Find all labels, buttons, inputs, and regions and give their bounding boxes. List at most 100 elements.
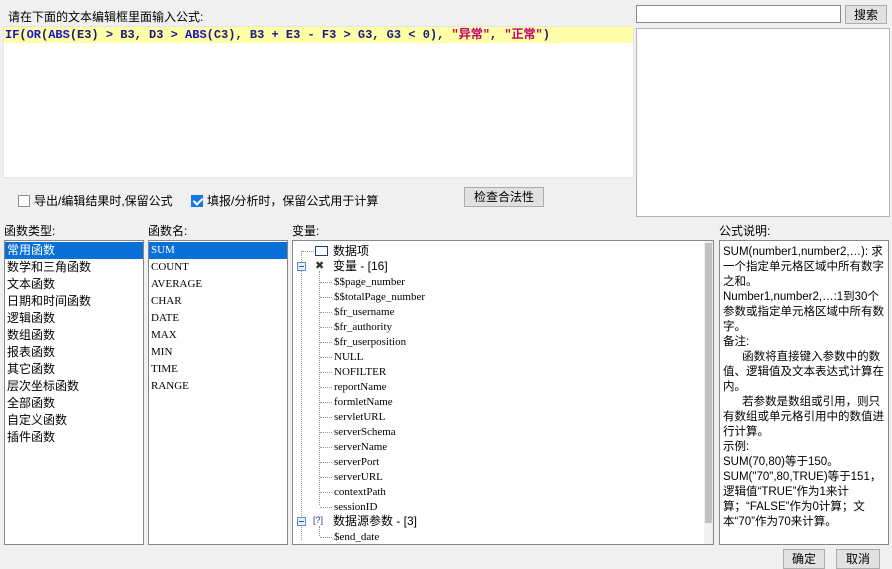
variable-item[interactable]: $fr_authority xyxy=(334,320,392,335)
function-type-item[interactable]: 数学和三角函数 xyxy=(5,259,143,276)
tree-node-data-items[interactable]: 数据项 xyxy=(333,244,369,259)
tree-guide-line xyxy=(319,271,320,505)
tree-guide-line xyxy=(302,251,314,252)
tree-guide-line xyxy=(320,312,332,313)
variable-item[interactable]: NOFILTER xyxy=(334,365,386,380)
function-name-item[interactable]: CHAR xyxy=(149,293,287,310)
variables-tree[interactable]: 数据项 ✖ 变量 - [16] $$page_number $$totalPage_nu… xyxy=(292,240,714,545)
description-header: 公式说明: xyxy=(719,224,771,238)
variable-item[interactable]: NULL xyxy=(334,350,363,365)
tree-guide-line xyxy=(319,526,320,536)
function-name-item[interactable]: COUNT xyxy=(149,259,287,276)
collapse-icon[interactable] xyxy=(297,517,306,526)
function-names-header: 函数名: xyxy=(148,224,188,238)
function-name-item[interactable]: AVERAGE xyxy=(149,276,287,293)
collapse-icon[interactable] xyxy=(297,262,306,271)
function-name-item[interactable]: MIN xyxy=(149,344,287,361)
variable-item[interactable]: $fr_username xyxy=(334,305,394,320)
formula-editor[interactable]: IF(OR(ABS(E3) > B3, D3 > ABS(C3), B3 + E… xyxy=(3,26,634,178)
tree-guide-line xyxy=(320,507,332,508)
function-name-item[interactable]: DATE xyxy=(149,310,287,327)
tree-guide-line xyxy=(320,447,332,448)
formula-token: OR xyxy=(26,28,42,42)
ok-button[interactable]: 确定 xyxy=(783,549,825,569)
variable-item[interactable]: formletName xyxy=(334,395,393,410)
tree-node-datasource-params[interactable]: 数据源参数 - [3] xyxy=(333,514,417,529)
function-type-item[interactable]: 日期和时间函数 xyxy=(5,293,143,310)
function-type-item[interactable]: 数组函数 xyxy=(5,327,143,344)
table-icon xyxy=(315,246,328,256)
parameter-group-icon: [?] xyxy=(313,515,324,525)
formula-token: IF xyxy=(5,28,20,42)
editor-prompt: 请在下面的文本编辑框里面输入公式: xyxy=(8,10,204,24)
fill-keep-formula-label: 填报/分析时，保留公式用于计算 xyxy=(207,194,379,208)
function-name-item[interactable]: MAX xyxy=(149,327,287,344)
function-type-item[interactable]: 常用函数 xyxy=(5,242,143,259)
export-keep-formula-option[interactable]: 导出/编辑结果时,保留公式 xyxy=(18,192,173,209)
tree-guide-line xyxy=(320,432,332,433)
tree-guide-line xyxy=(301,251,302,540)
function-name-item[interactable]: RANGE xyxy=(149,378,287,395)
variable-item[interactable]: serverName xyxy=(334,440,387,455)
tree-guide-line xyxy=(320,372,332,373)
function-type-item[interactable]: 全部函数 xyxy=(5,395,143,412)
function-type-item[interactable]: 插件函数 xyxy=(5,429,143,446)
search-input[interactable] xyxy=(636,5,841,23)
function-types-list[interactable]: 常用函数 数学和三角函数 文本函数 日期和时间函数 逻辑函数 数组函数 报表函数 其它函数 层次… xyxy=(4,240,144,545)
tree-guide-line xyxy=(320,387,332,388)
search-results-panel[interactable] xyxy=(636,28,890,217)
variable-item[interactable]: sessionID xyxy=(334,500,377,515)
variable-item[interactable]: serverSchema xyxy=(334,425,396,440)
variable-item[interactable]: $$totalPage_number xyxy=(334,290,425,305)
search-button[interactable]: 搜索 xyxy=(845,5,887,24)
formula-token: ABS xyxy=(48,28,70,42)
formula-token: ) xyxy=(542,28,550,42)
tree-guide-line xyxy=(320,402,332,403)
formula-token: (C3), B3 + E3 - F3 > G3, G3 < 0), xyxy=(206,28,452,42)
variable-item[interactable]: $fr_userposition xyxy=(334,335,406,350)
tree-guide-line xyxy=(320,342,332,343)
tree-guide-line xyxy=(320,327,332,328)
tree-guide-line xyxy=(320,477,332,478)
function-type-item[interactable]: 报表函数 xyxy=(5,344,143,361)
function-type-item[interactable]: 文本函数 xyxy=(5,276,143,293)
export-keep-formula-checkbox[interactable] xyxy=(18,194,30,207)
formula-token: ( xyxy=(19,28,27,42)
formula-text[interactable]: IF(OR(ABS(E3) > B3, D3 > ABS(C3), B3 + E… xyxy=(4,27,633,43)
tree-guide-line xyxy=(320,357,332,358)
cancel-button[interactable]: 取消 xyxy=(836,549,880,569)
formula-token: "正常" xyxy=(504,28,543,42)
variable-item[interactable]: $$page_number xyxy=(334,275,405,290)
variables-header: 变量: xyxy=(292,224,320,238)
function-names-list[interactable]: SUM COUNT AVERAGE CHAR DATE MAX MIN TIME RANGE xyxy=(148,240,288,545)
function-type-item[interactable]: 其它函数 xyxy=(5,361,143,378)
function-name-item[interactable]: SUM xyxy=(149,242,287,259)
function-type-item[interactable]: 层次坐标函数 xyxy=(5,378,143,395)
variable-item[interactable]: serverPort xyxy=(334,455,379,470)
tree-guide-line xyxy=(320,282,332,283)
fill-keep-formula-checkbox[interactable] xyxy=(191,194,203,207)
fill-keep-formula-option[interactable]: 填报/分析时，保留公式用于计算 xyxy=(191,192,378,209)
function-name-item[interactable]: TIME xyxy=(149,361,287,378)
scrollbar-thumb[interactable] xyxy=(705,243,712,523)
function-types-header: 函数类型: xyxy=(4,224,56,238)
tree-guide-line xyxy=(320,462,332,463)
variables-scrollbar[interactable] xyxy=(704,241,713,544)
function-type-item[interactable]: 自定义函数 xyxy=(5,412,143,429)
tree-node-variables[interactable]: 变量 - [16] xyxy=(333,259,388,274)
description-text: SUM(number1,number2,…): 求一个指定单元格区域中所有数字之… xyxy=(723,246,884,528)
tree-guide-line xyxy=(320,492,332,493)
variable-item[interactable]: servletURL xyxy=(334,410,385,425)
parameter-item[interactable]: $end_date xyxy=(334,530,379,544)
variable-item[interactable]: serverURL xyxy=(334,470,383,485)
tree-guide-line xyxy=(320,297,332,298)
function-type-item[interactable]: 逻辑函数 xyxy=(5,310,143,327)
tree-guide-line xyxy=(320,537,332,538)
formula-token: ABS xyxy=(185,28,207,42)
formula-token: (E3) > B3, D3 > xyxy=(69,28,186,42)
variable-item[interactable]: reportName xyxy=(334,380,387,395)
formula-description: SUM(number1,number2,…): 求一个指定单元格区域中所有数字之… xyxy=(719,240,889,545)
variable-item[interactable]: contextPath xyxy=(334,485,386,500)
tree-guide-line xyxy=(320,417,332,418)
check-validity-button[interactable]: 检查合法性 xyxy=(464,187,544,207)
